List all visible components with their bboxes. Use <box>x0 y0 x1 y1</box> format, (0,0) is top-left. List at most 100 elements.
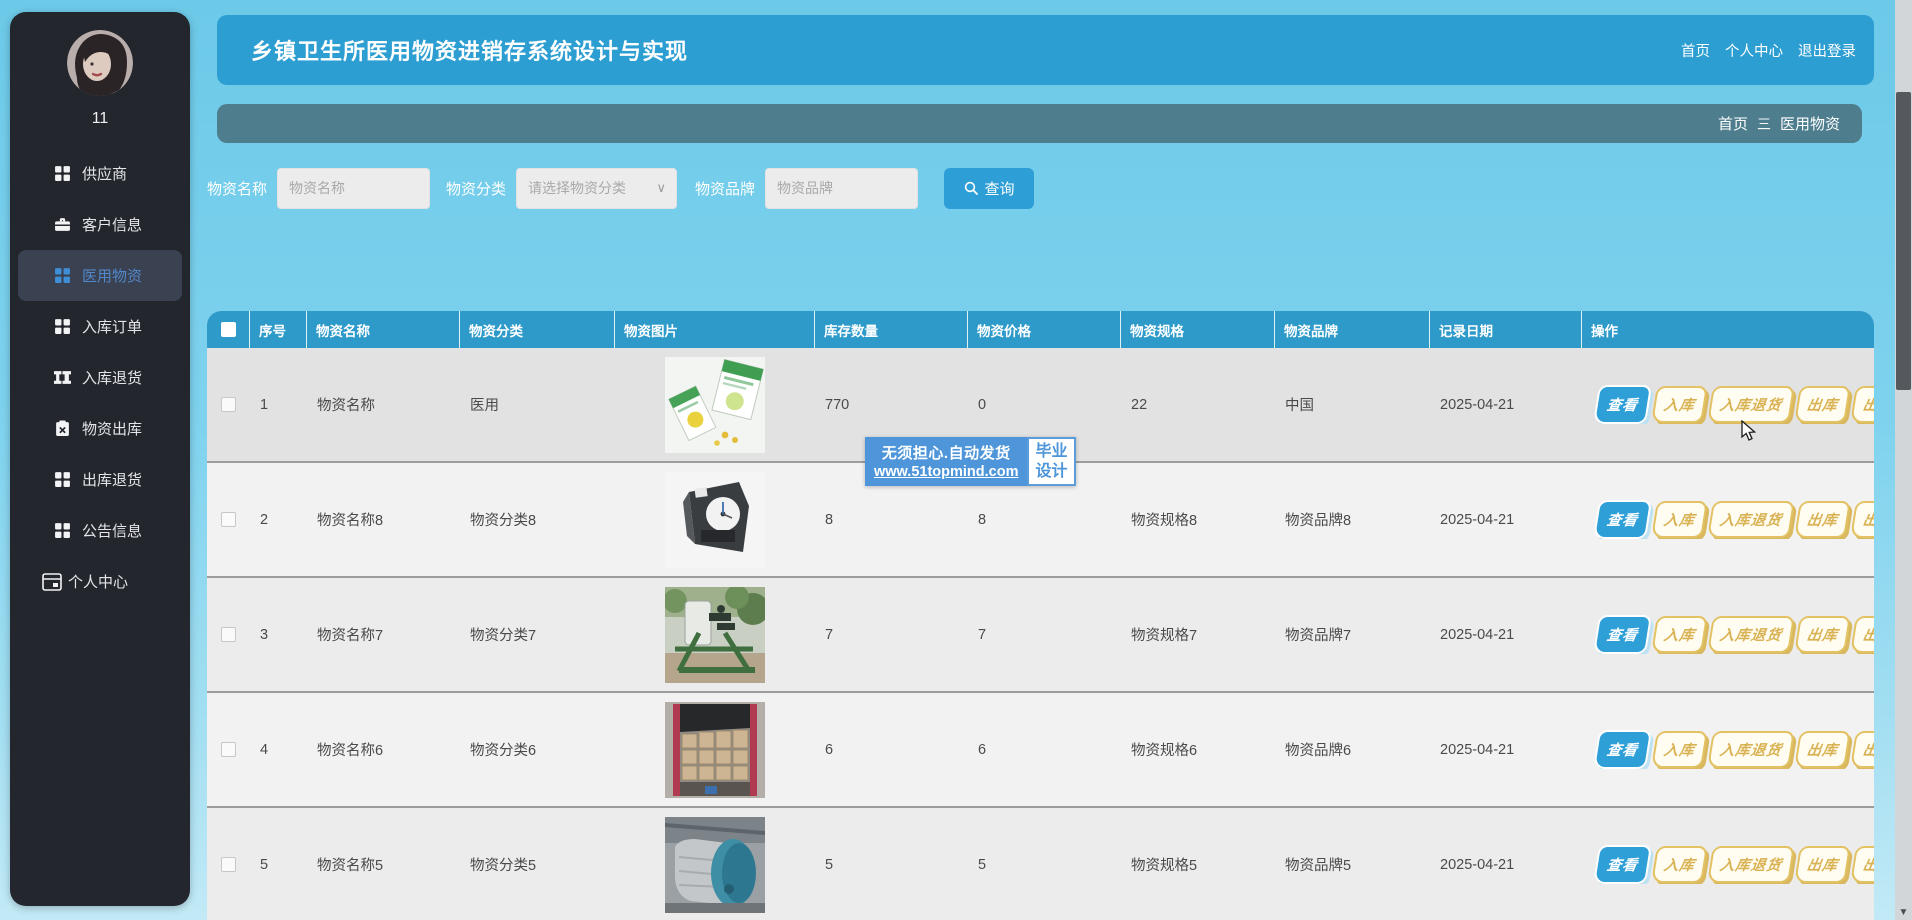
inbound-return-button[interactable]: 入库退货 <box>1707 386 1795 423</box>
outbound-button[interactable]: 出库 <box>1794 501 1851 538</box>
row-checkbox[interactable] <box>221 512 236 527</box>
cell-price: 6 <box>968 742 1121 758</box>
sidebar-item-suppliers[interactable]: 供应商 <box>10 148 190 199</box>
outbound-return-button[interactable]: 出库退货 <box>1850 501 1874 538</box>
header-bar: 乡镇卫生所医用物资进销存系统设计与实现 首页 个人中心 退出登录 <box>217 15 1874 85</box>
vertical-scrollbar[interactable]: ▼ <box>1895 0 1912 920</box>
sidebar-item-label: 公告信息 <box>82 520 142 541</box>
cell-date: 2025-04-21 <box>1430 857 1582 873</box>
cell-brand: 中国 <box>1275 394 1430 415</box>
watermark-url: www.51topmind.com <box>874 464 1018 480</box>
cell-index: 4 <box>250 742 307 758</box>
cell-category: 物资分类8 <box>460 509 615 530</box>
outbound-button[interactable]: 出库 <box>1794 616 1851 653</box>
cell-date: 2025-04-21 <box>1430 742 1582 758</box>
inbound-return-button[interactable]: 入库退货 <box>1707 501 1795 538</box>
view-button[interactable]: 查看 <box>1593 730 1652 769</box>
cell-price: 0 <box>968 397 1121 413</box>
brand-filter-input[interactable] <box>765 168 918 209</box>
sidebar-item-label: 入库订单 <box>82 316 142 337</box>
outbound-return-button[interactable]: 出库退货 <box>1850 846 1874 883</box>
outbound-button[interactable]: 出库 <box>1794 731 1851 768</box>
mouse-cursor-icon <box>1740 420 1760 442</box>
sidebar-item-label: 客户信息 <box>82 214 142 235</box>
cell-name: 物资名称5 <box>307 854 460 875</box>
scrollbar-thumb[interactable] <box>1896 92 1911 390</box>
column-header-spec: 物资规格 <box>1121 311 1275 348</box>
cell-category: 物资分类7 <box>460 624 615 645</box>
view-button[interactable]: 查看 <box>1593 500 1652 539</box>
row-checkbox[interactable] <box>221 397 236 412</box>
grid-icon <box>54 165 71 182</box>
cell-spec: 22 <box>1121 397 1275 413</box>
inbound-button[interactable]: 入库 <box>1651 731 1708 768</box>
outbound-return-button[interactable]: 出库退货 <box>1850 616 1874 653</box>
ticket-icon <box>54 369 71 386</box>
sidebar-item-label: 个人中心 <box>68 571 128 592</box>
inbound-return-button[interactable]: 入库退货 <box>1707 731 1795 768</box>
brand-filter-label: 物资品牌 <box>695 178 755 199</box>
outbound-button[interactable]: 出库 <box>1794 386 1851 423</box>
page-title: 乡镇卫生所医用物资进销存系统设计与实现 <box>251 34 688 66</box>
topnav-link-home[interactable]: 首页 <box>1681 40 1710 61</box>
supplies-table: 序号 物资名称 物资分类 物资图片 库存数量 物资价格 物资规格 物资品牌 记录… <box>207 311 1874 920</box>
row-checkbox[interactable] <box>221 742 236 757</box>
app-canvas: 11 供应商 客户信息 医用物资 入库订单 <box>0 0 1912 920</box>
chevron-down-icon: ∨ <box>657 180 667 196</box>
outbound-button[interactable]: 出库 <box>1794 846 1851 883</box>
view-button[interactable]: 查看 <box>1593 385 1652 424</box>
sidebar-item-inbound-orders[interactable]: 入库订单 <box>10 301 190 352</box>
cell-date: 2025-04-21 <box>1430 627 1582 643</box>
inbound-return-button[interactable]: 入库退货 <box>1707 846 1795 883</box>
search-button[interactable]: 查询 <box>944 168 1034 209</box>
inbound-button[interactable]: 入库 <box>1651 501 1708 538</box>
watermark-text-box: 无须担心.自动发货 www.51topmind.com <box>865 437 1027 486</box>
grid-icon <box>54 522 71 539</box>
vendor-watermark: 无须担心.自动发货 www.51topmind.com 毕业 设计 <box>865 437 1076 486</box>
table-row: 4 物资名称6 物资分类6 <box>207 693 1874 808</box>
sidebar: 11 供应商 客户信息 医用物资 入库订单 <box>10 12 190 906</box>
watermark-line1: 无须担心.自动发货 <box>874 442 1018 463</box>
breadcrumb-home[interactable]: 首页 <box>1718 113 1748 134</box>
cell-category: 医用 <box>460 394 615 415</box>
view-button[interactable]: 查看 <box>1593 615 1652 654</box>
item-image-medicine-packs <box>665 357 765 453</box>
name-filter-input[interactable] <box>277 168 430 209</box>
watermark-badge: 毕业 设计 <box>1027 437 1075 486</box>
select-all-checkbox[interactable] <box>221 322 236 337</box>
cell-stock: 770 <box>815 397 968 413</box>
cell-index: 1 <box>250 397 307 413</box>
inbound-button[interactable]: 入库 <box>1651 386 1708 423</box>
inbound-button[interactable]: 入库 <box>1651 616 1708 653</box>
sidebar-item-inbound-returns[interactable]: 入库退货 <box>10 352 190 403</box>
row-checkbox[interactable] <box>221 857 236 872</box>
sidebar-username: 11 <box>10 110 190 128</box>
name-filter-label: 物资名称 <box>207 178 267 199</box>
item-image-time-recorder <box>665 472 765 568</box>
view-button[interactable]: 查看 <box>1593 845 1652 884</box>
cell-spec: 物资规格7 <box>1121 624 1275 645</box>
cell-index: 2 <box>250 512 307 528</box>
inbound-button[interactable]: 入库 <box>1651 846 1708 883</box>
sidebar-item-announcements[interactable]: 公告信息 <box>10 505 190 556</box>
inbound-return-button[interactable]: 入库退货 <box>1707 616 1795 653</box>
topnav-link-logout[interactable]: 退出登录 <box>1798 40 1856 61</box>
sidebar-item-personal-center[interactable]: 个人中心 <box>10 556 190 607</box>
scrollbar-down-arrow-icon[interactable]: ▼ <box>1895 907 1912 918</box>
table-row: 5 物资名称5 物资分类5 5 5 物资规格5 物资品牌5 <box>207 808 1874 920</box>
avatar[interactable] <box>67 30 133 96</box>
row-checkbox[interactable] <box>221 627 236 642</box>
category-filter-label: 物资分类 <box>446 178 506 199</box>
sidebar-item-customers[interactable]: 客户信息 <box>10 199 190 250</box>
breadcrumb: 首页 三 医用物资 <box>217 104 1862 143</box>
category-select[interactable]: 请选择物资分类 ∨ <box>516 168 677 209</box>
sidebar-menu: 供应商 客户信息 医用物资 入库订单 入库退货 <box>10 148 190 607</box>
topnav-link-personal-center[interactable]: 个人中心 <box>1725 40 1783 61</box>
outbound-return-button[interactable]: 出库退货 <box>1850 731 1874 768</box>
item-image-green-machine <box>665 587 765 683</box>
sidebar-item-medical-supplies[interactable]: 医用物资 <box>18 250 182 301</box>
cell-name: 物资名称6 <box>307 739 460 760</box>
sidebar-item-outbound-supplies[interactable]: 物资出库 <box>10 403 190 454</box>
outbound-return-button[interactable]: 出库退货 <box>1850 386 1874 423</box>
sidebar-item-outbound-returns[interactable]: 出库退货 <box>10 454 190 505</box>
